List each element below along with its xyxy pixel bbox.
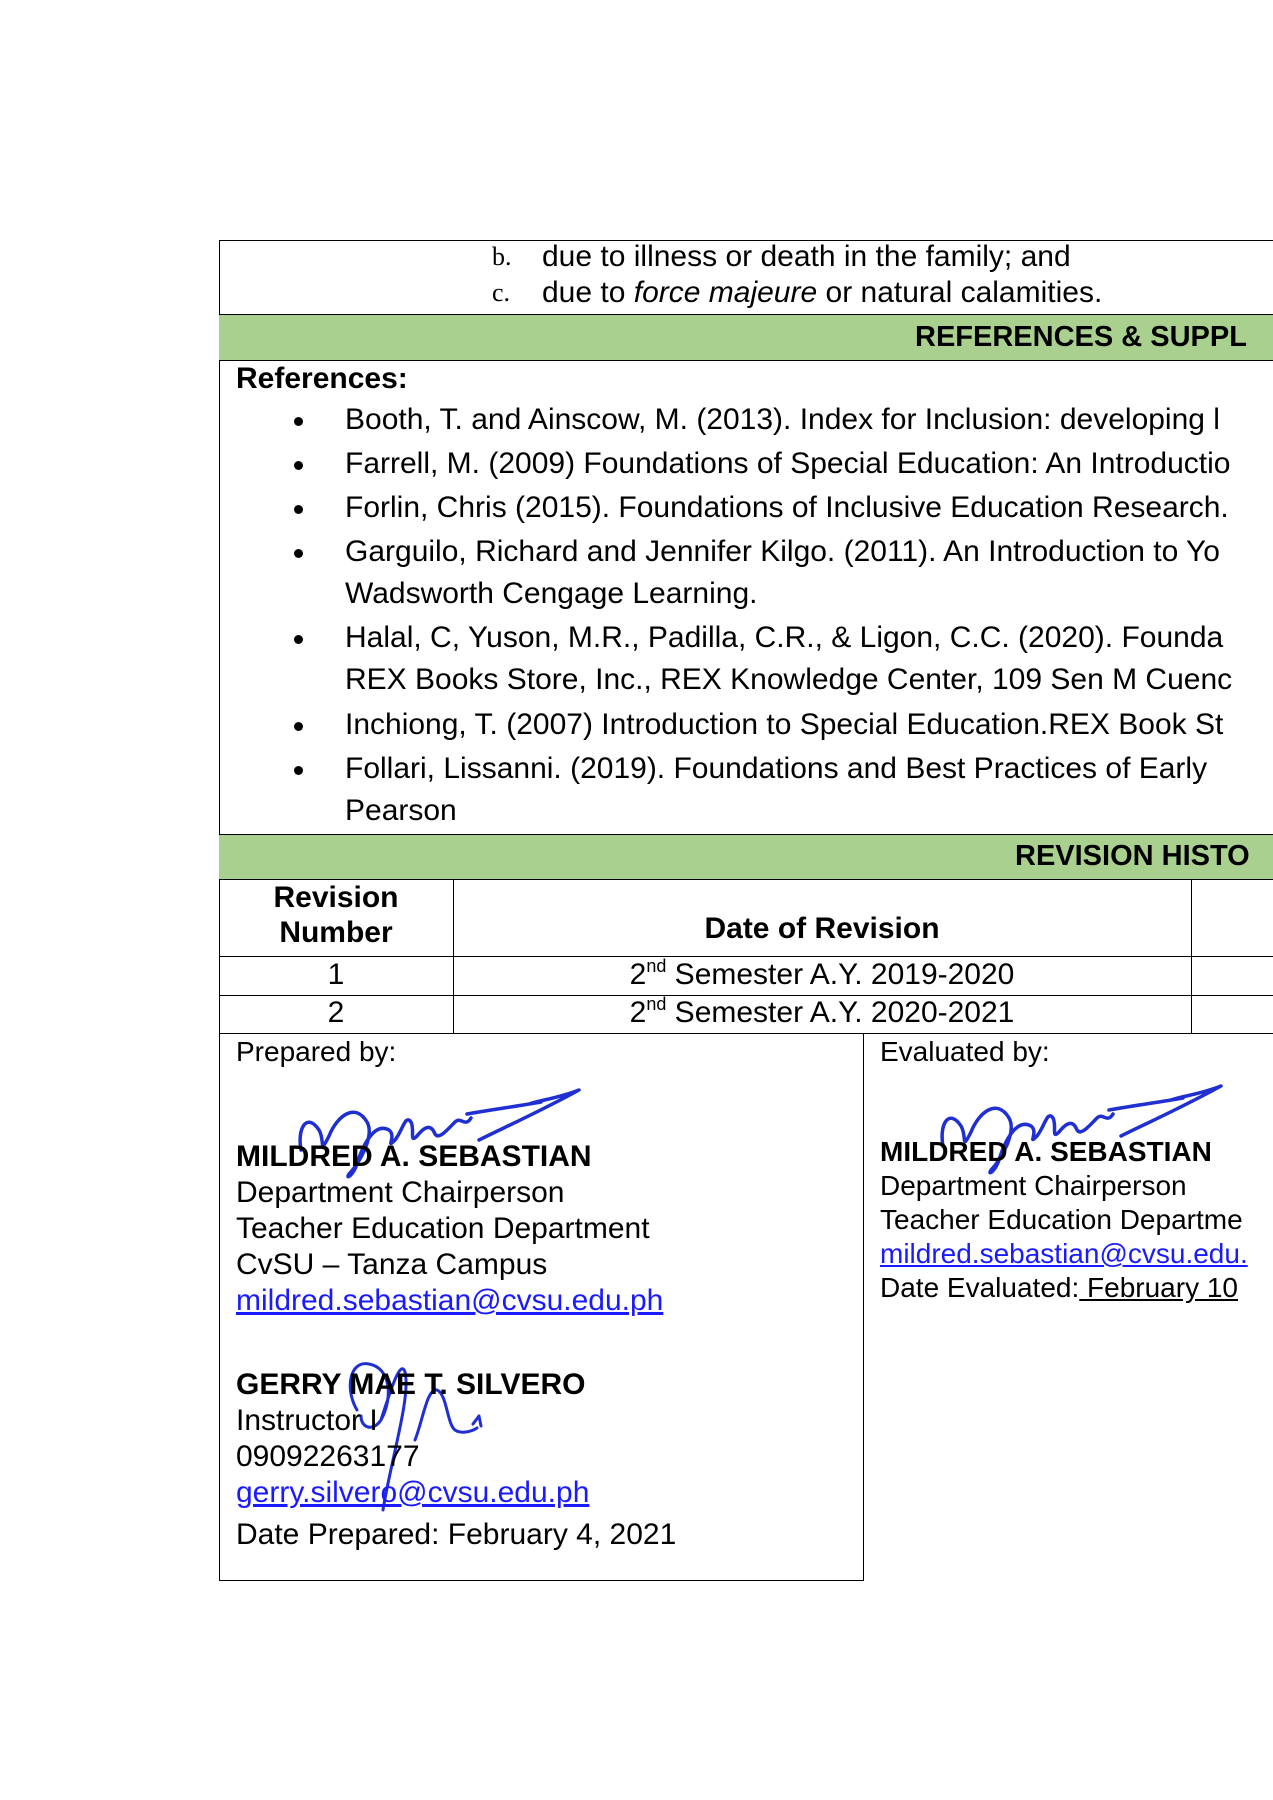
- date-evaluated: Date Evaluated: February 10: [880, 1272, 1238, 1303]
- person-department: Teacher Education Departme: [880, 1204, 1243, 1235]
- reference-item: Inchiong, T. (2007) Introduction to Spec…: [345, 708, 1224, 741]
- bullet-icon: [294, 505, 303, 514]
- divider: [219, 360, 1273, 361]
- list-item-text: due to illness or death in the family; a…: [542, 240, 1071, 273]
- table-cell-date: 2nd Semester A.Y. 2020-2021: [629, 994, 1015, 1029]
- email-link[interactable]: mildred.sebastian@cvsu.edu.ph: [236, 1284, 663, 1318]
- bullet-icon: [294, 722, 303, 731]
- table-cell-date: 2nd Semester A.Y. 2019-2020: [629, 956, 1015, 991]
- list-label: b.: [492, 242, 512, 271]
- divider: [219, 1033, 1273, 1034]
- date-prepared: Date Prepared: February 4, 2021: [236, 1518, 677, 1551]
- person-phone: 09092263177: [236, 1440, 420, 1473]
- person-name: GERRY MAE T. SILVERO: [236, 1368, 586, 1401]
- bullet-icon: [294, 461, 303, 470]
- references-band-title: REFERENCES & SUPPL: [915, 321, 1247, 353]
- reference-item: Garguilo, Richard and Jennifer Kilgo. (2…: [345, 535, 1220, 568]
- reference-item-continued: REX Books Store, Inc., REX Knowledge Cen…: [345, 663, 1233, 696]
- person-name: MILDRED A. SEBASTIAN: [236, 1140, 592, 1173]
- reference-item: Follari, Lissanni. (2019). Foundations a…: [345, 752, 1208, 785]
- table-bottom-border: [219, 1580, 864, 1581]
- column-header-revision-number: Revision Number: [273, 881, 399, 949]
- evaluated-label: Evaluated by:: [880, 1036, 1050, 1067]
- person-title: Instructor I: [236, 1404, 378, 1437]
- references-band: REFERENCES & SUPPL: [219, 315, 1273, 360]
- person-title: Department Chairperson: [236, 1176, 565, 1209]
- bullet-icon: [294, 766, 303, 775]
- reference-item-continued: Wadsworth Cengage Learning.: [345, 577, 758, 610]
- references-heading: References:: [236, 362, 408, 395]
- email-link[interactable]: mildred.sebastian@cvsu.edu.: [880, 1238, 1248, 1270]
- revision-band: REVISION HISTO: [219, 835, 1273, 879]
- divider: [219, 956, 1273, 957]
- table-cell-number: 2: [327, 996, 345, 1029]
- list-item: c.: [492, 278, 510, 308]
- reference-item-continued: Pearson: [345, 794, 457, 827]
- person-title: Department Chairperson: [880, 1170, 1187, 1201]
- person-name: MILDRED A. SEBASTIAN: [880, 1136, 1212, 1167]
- reference-item: Booth, T. and Ainscow, M. (2013). Index …: [345, 403, 1220, 436]
- revision-band-title: REVISION HISTO: [1015, 840, 1250, 872]
- prepared-label: Prepared by:: [236, 1036, 397, 1067]
- person-campus: CvSU – Tanza Campus: [236, 1248, 548, 1281]
- email-link[interactable]: gerry.silvero@cvsu.edu.ph: [236, 1476, 589, 1510]
- person-department: Teacher Education Department: [236, 1212, 650, 1245]
- list-item: b.: [492, 242, 512, 272]
- column-divider: [863, 1033, 864, 1580]
- list-label: c.: [492, 278, 511, 307]
- bullet-icon: [294, 417, 303, 426]
- table-cell-number: 1: [327, 958, 345, 991]
- reference-item: Forlin, Chris (2015). Foundations of Inc…: [345, 491, 1229, 524]
- bullet-icon: [294, 549, 303, 558]
- reference-item: Halal, C, Yuson, M.R., Padilla, C.R., & …: [345, 621, 1224, 654]
- column-header-date-of-revision: Date of Revision: [704, 912, 940, 945]
- reference-item: Farrell, M. (2009) Foundations of Specia…: [345, 447, 1231, 480]
- bullet-icon: [294, 635, 303, 644]
- list-item-text: due to force majeure or natural calamiti…: [542, 276, 1103, 309]
